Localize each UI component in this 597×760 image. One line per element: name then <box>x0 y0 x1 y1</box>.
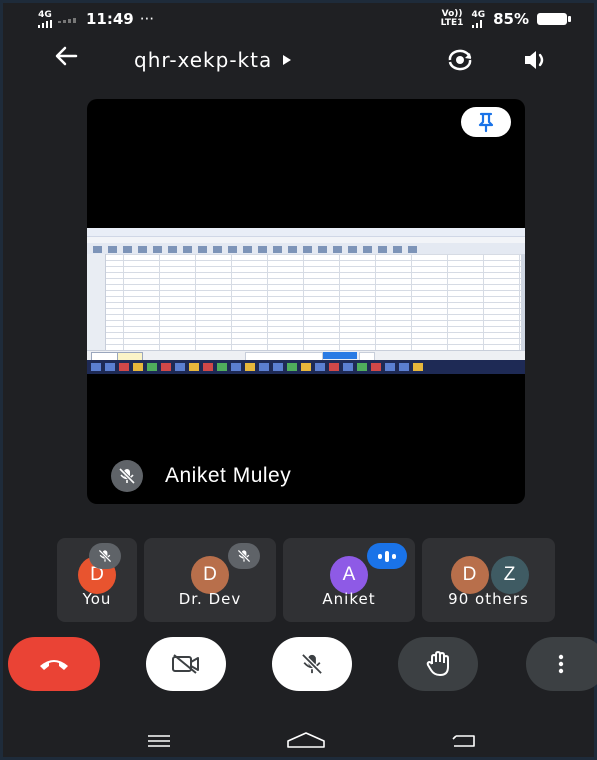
pin-button[interactable] <box>461 107 511 137</box>
avatar-initial: A <box>342 564 356 585</box>
meeting-code: qhr-xekp-kta <box>134 48 273 72</box>
raise-hand-icon <box>426 651 449 676</box>
shared-screen <box>87 228 525 374</box>
network-signal-right: 4G <box>471 9 486 28</box>
participant-tile-aniket[interactable]: A Aniket <box>283 538 415 622</box>
avatar-initial: Z <box>503 564 516 585</box>
camera-switch-button[interactable] <box>444 44 476 76</box>
participant-tile-others[interactable]: D Z 90 others <box>422 538 555 622</box>
mic-off-icon <box>118 467 136 485</box>
shared-scrollbar <box>521 254 525 350</box>
mic-off-icon <box>301 653 323 675</box>
speaker-mute-badge <box>111 460 143 492</box>
network-signal-left: 4G <box>38 9 52 28</box>
network-type-right: 4G <box>471 9 486 20</box>
raise-hand-button[interactable] <box>398 637 478 691</box>
signal-bars-icon <box>38 19 52 28</box>
speaking-indicator <box>367 543 407 569</box>
nav-home-button[interactable] <box>286 730 325 752</box>
meeting-title[interactable]: qhr-xekp-kta <box>134 48 292 72</box>
nav-back-button[interactable] <box>450 730 480 752</box>
hang-up-icon <box>40 660 68 670</box>
menu-icon <box>148 735 170 747</box>
avatar-initial: D <box>203 564 217 585</box>
signal-bars-secondary-icon <box>58 18 76 23</box>
microphone-toggle-button[interactable] <box>272 637 352 691</box>
participant-tile-dr-dev[interactable]: D Dr. Dev <box>144 538 276 622</box>
network-type-label: 4G <box>38 9 52 20</box>
participant-label: Aniket <box>322 590 376 608</box>
notification-overflow: ··· <box>139 10 155 28</box>
speaker-button[interactable] <box>520 44 552 76</box>
arrow-back-icon <box>55 46 78 66</box>
avatar: Z <box>490 556 529 594</box>
main-speaker-tile[interactable]: Aniket Muley <box>87 99 525 504</box>
shared-taskbar <box>87 360 525 374</box>
avatar: A <box>330 556 368 594</box>
camera-off-icon <box>172 654 199 674</box>
system-navigation-bar <box>0 722 597 758</box>
mute-badge <box>89 543 121 569</box>
speaker-name: Aniket Muley <box>165 464 292 487</box>
avatar-initial: D <box>462 564 477 585</box>
volte-indicator: Vo)) LTE1 <box>441 10 464 28</box>
mic-off-icon <box>237 549 251 563</box>
back-button[interactable] <box>52 42 80 79</box>
nav-recent-apps-button[interactable] <box>144 730 174 752</box>
volte-label-bottom: LTE1 <box>440 18 464 28</box>
participant-label: 90 others <box>448 590 529 608</box>
more-vertical-icon <box>558 654 564 674</box>
camera-switch-icon <box>448 49 472 71</box>
signal-bars-right-icon <box>472 19 483 28</box>
participant-label: Dr. Dev <box>178 590 242 608</box>
status-right: Vo)) LTE1 4G 85% <box>441 9 571 28</box>
participant-tile-you[interactable]: D You <box>57 538 137 622</box>
back-icon <box>452 735 475 747</box>
more-options-button[interactable] <box>526 637 597 691</box>
end-call-button[interactable] <box>8 637 100 691</box>
battery-icon <box>537 13 571 25</box>
participant-label: You <box>82 590 112 608</box>
shared-row-header <box>87 254 106 350</box>
home-icon <box>287 732 325 748</box>
mic-off-icon <box>98 549 112 563</box>
status-bar: 4G 11:49 ··· Vo)) LTE1 4G 85% <box>8 6 589 34</box>
shared-spreadsheet-grid <box>87 254 522 350</box>
meeting-header: qhr-xekp-kta <box>0 40 597 80</box>
speaker-icon <box>525 51 544 69</box>
pin-icon <box>478 112 494 133</box>
mute-badge <box>228 543 260 569</box>
shared-window-titlebar <box>87 228 525 237</box>
camera-toggle-button[interactable] <box>146 637 226 691</box>
speaker-name-row: Aniket Muley <box>111 460 291 492</box>
avatar: D <box>450 556 489 594</box>
clock: 11:49 <box>86 10 134 28</box>
avatar: D <box>191 556 229 594</box>
play-triangle-icon <box>283 55 292 65</box>
battery-percent: 85% <box>493 10 529 28</box>
status-left: 4G 11:49 ··· <box>38 10 154 28</box>
